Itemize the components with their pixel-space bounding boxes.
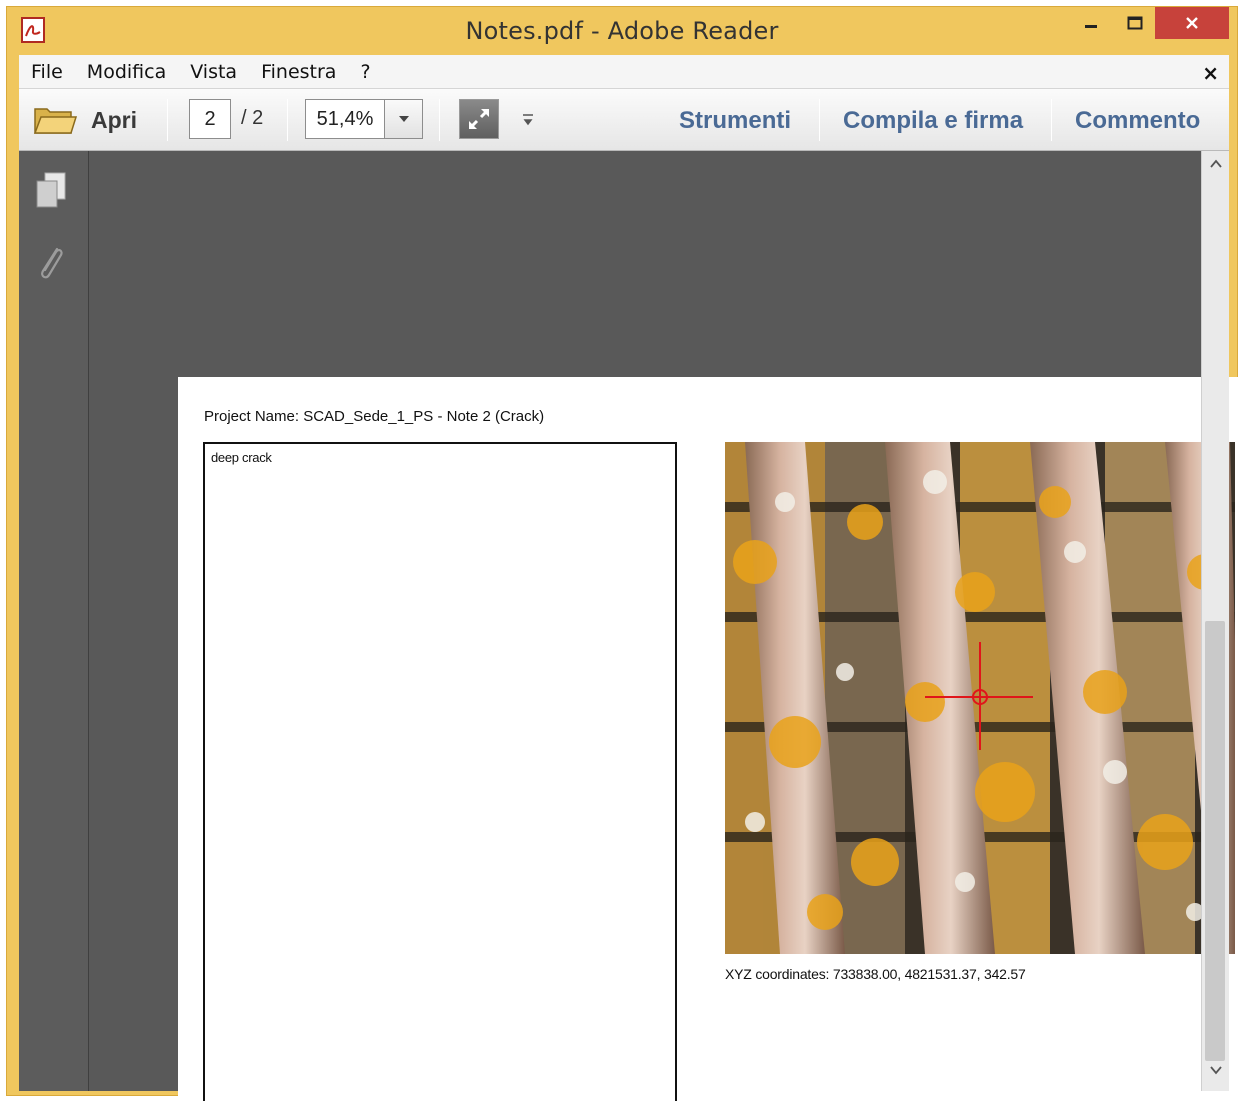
fit-page-icon [468,108,490,130]
close-button[interactable] [1155,7,1229,39]
menu-window[interactable]: Finestra [249,61,348,83]
zoom-input[interactable]: 51,4% [305,99,385,139]
menu-view[interactable]: Vista [178,61,249,83]
document-area[interactable]: Project Name: SCAD_Sede_1_PS - Note 2 (C… [89,151,1242,1101]
app-window: Notes.pdf - Adobe Reader File Modifica V… [6,6,1242,1101]
navigation-panel [19,151,89,1091]
page-total: / 2 [241,107,264,129]
toolbar: Apri 2 / 2 51,4% Strumenti Compila e fir… [19,89,1229,151]
maximize-button[interactable] [1113,7,1157,39]
toolbar-divider [167,99,168,141]
project-name: Project Name: SCAD_Sede_1_PS - Note 2 (C… [204,408,545,425]
toolbar-divider [1051,99,1052,141]
chevron-down-icon[interactable] [1202,1065,1230,1085]
window-title: Notes.pdf - Adobe Reader [465,17,779,45]
minimize-button[interactable] [1069,7,1113,39]
page-number-input[interactable]: 2 [189,99,231,139]
toolbar-divider [819,99,820,141]
tools-button[interactable]: Strumenti [679,107,791,135]
note-box: deep crack [203,442,677,1101]
title-bar: Notes.pdf - Adobe Reader [7,7,1237,55]
toolbar-divider [287,99,288,141]
xyz-coordinates: XYZ coordinates: 733838.00, 4821531.37, … [725,966,1026,982]
note-text: deep crack [211,450,272,465]
toolbar-divider [439,99,440,141]
more-tools-icon[interactable] [519,107,537,131]
folder-icon[interactable] [33,103,78,137]
menu-file[interactable]: File [19,61,75,83]
pages-icon[interactable] [33,169,69,213]
roof-tiles-photo [725,442,1235,954]
vertical-scrollbar[interactable] [1201,151,1229,1091]
open-button[interactable]: Apri [91,107,137,134]
menu-help[interactable]: ? [348,61,382,83]
zoom-dropdown-button[interactable] [385,99,423,139]
menu-bar: File Modifica Vista Finestra ? × [19,55,1229,89]
fill-sign-button[interactable]: Compila e firma [843,107,1023,135]
close-document-icon[interactable]: × [1202,61,1219,85]
menu-edit[interactable]: Modifica [75,61,178,83]
pdf-page: Project Name: SCAD_Sede_1_PS - Note 2 (C… [178,377,1242,1101]
comment-button[interactable]: Commento [1075,107,1200,135]
fit-page-button[interactable] [459,99,499,139]
scrollbar-thumb[interactable] [1205,621,1225,1061]
chevron-down-icon [398,116,409,122]
chevron-up-icon[interactable] [1202,159,1230,179]
paperclip-icon[interactable] [33,241,69,285]
